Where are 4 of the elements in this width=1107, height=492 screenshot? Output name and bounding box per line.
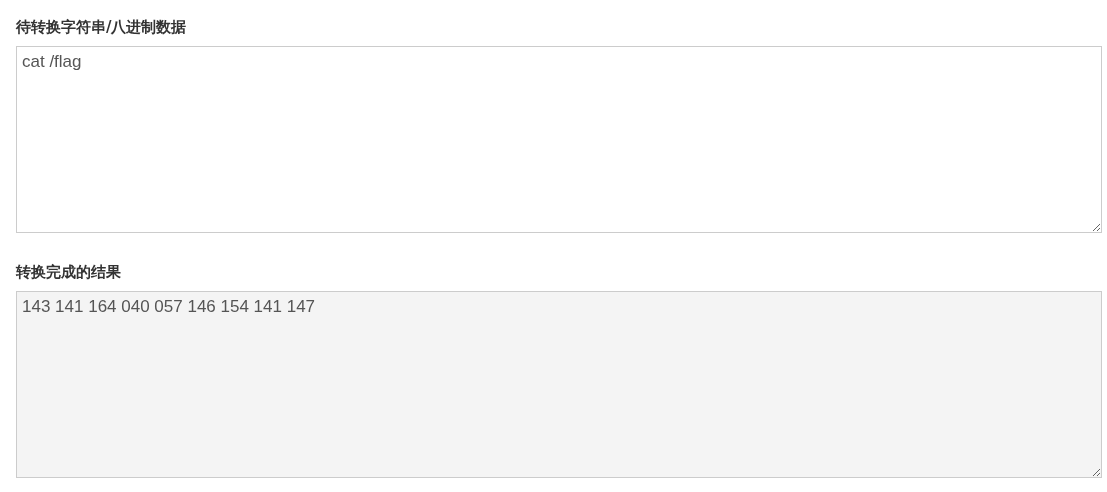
input-field[interactable]: cat /flag	[16, 46, 1102, 233]
field-label: 转换完成的结果	[16, 262, 122, 283]
output-field[interactable]: 143 141 164 040 057 146 154 141 147	[16, 291, 1102, 478]
field-label: 待转换字符串/八进制数据	[16, 17, 188, 38]
